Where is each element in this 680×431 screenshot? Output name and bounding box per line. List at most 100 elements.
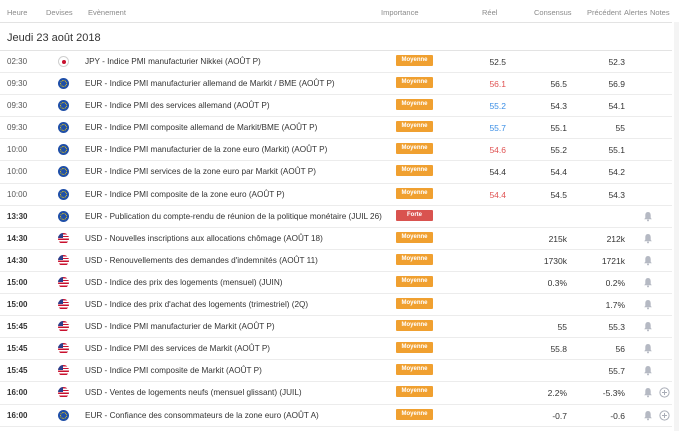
event-row[interactable]: 16:00 EUR - Confiance des consommateurs d… — [0, 405, 672, 427]
event-title[interactable]: EUR - Indice PMI services de la zone eur… — [85, 167, 316, 176]
bell-icon[interactable] — [643, 343, 653, 354]
consensus-value: 55 — [557, 322, 567, 333]
event-row[interactable]: 09:30 EUR - Indice PMI manufacturier alle… — [0, 73, 672, 96]
importance-badge: Moyenne — [396, 408, 433, 420]
event-time: 15:45 — [7, 366, 28, 376]
event-title[interactable]: USD - Indice PMI manufacturier de Markit… — [85, 322, 275, 331]
previous-value: -5.3% — [602, 388, 625, 399]
event-title[interactable]: JPY - Indice PMI manufacturier Nikkei (A… — [85, 57, 261, 66]
bell-icon[interactable] — [643, 365, 653, 376]
event-row[interactable]: 15:00 USD - Indice des prix d'achat des l… — [0, 294, 672, 317]
date-heading: Jeudi 23 août 2018 — [7, 32, 101, 44]
event-title[interactable]: USD - Indice PMI composite de Markit (AO… — [85, 366, 262, 375]
flag-us-icon — [58, 254, 69, 266]
importance-badge: Moyenne — [396, 55, 433, 66]
flag-us-icon — [58, 232, 69, 244]
event-row[interactable]: 15:45 USD - Indice PMI des services de Ma… — [0, 338, 672, 361]
flag-eu-icon — [58, 166, 69, 178]
event-row[interactable]: 09:30 EUR - Indice PMI des services allem… — [0, 95, 672, 118]
event-row[interactable]: 14:30 USD - Nouvelles inscriptions aux al… — [0, 228, 672, 250]
event-time: 10:00 — [7, 167, 28, 177]
event-title[interactable]: EUR - Indice PMI manufacturier de la zon… — [85, 145, 327, 154]
importance-badge: Moyenne — [396, 187, 433, 199]
event-title[interactable]: EUR - Indice PMI manufacturier allemand … — [85, 79, 335, 88]
event-title[interactable]: EUR - Indice PMI composite de la zone eu… — [85, 190, 285, 199]
previous-value: 1.7% — [605, 300, 625, 311]
event-title[interactable]: USD - Indice PMI des services de Markit … — [85, 344, 270, 353]
event-title[interactable]: EUR - Indice PMI des services allemand (… — [85, 101, 270, 110]
bell-icon[interactable] — [643, 410, 653, 421]
add-note-icon[interactable] — [659, 387, 670, 399]
event-title[interactable]: EUR - Confiance des consommateurs de la … — [85, 411, 319, 420]
bell-icon[interactable] — [643, 277, 653, 288]
flag-eu-icon — [58, 78, 69, 90]
col-reel: Réel — [482, 8, 498, 17]
event-title[interactable]: USD - Indice des prix des logements (men… — [85, 278, 282, 287]
importance-badge: Moyenne — [396, 77, 433, 89]
previous-value: -0.6 — [610, 410, 625, 421]
bell-icon[interactable] — [643, 321, 653, 332]
event-time: 13:30 — [7, 211, 28, 221]
event-row[interactable]: 15:45 USD - Indice PMI composite de Marki… — [0, 360, 672, 383]
event-title[interactable]: USD - Renouvellements des demandes d'ind… — [85, 256, 318, 265]
event-title[interactable]: EUR - Publication du compte-rendu de réu… — [85, 212, 382, 221]
consensus-value: 55.2 — [550, 145, 567, 156]
previous-value: 55.1 — [608, 145, 625, 156]
event-time: 15:00 — [7, 300, 28, 310]
bell-icon[interactable] — [643, 211, 653, 222]
bell-icon[interactable] — [643, 299, 653, 310]
event-title[interactable]: USD - Nouvelles inscriptions aux allocat… — [85, 234, 323, 243]
add-note-icon[interactable] — [659, 409, 670, 421]
actual-value: 52.5 — [489, 57, 506, 67]
event-row[interactable]: 16:00 USD - Ventes de logements neufs (me… — [0, 382, 672, 405]
event-time: 15:00 — [7, 277, 28, 287]
importance-badge: Moyenne — [396, 231, 433, 243]
bell-icon[interactable] — [643, 255, 653, 266]
previous-value: 0.2% — [605, 277, 625, 288]
importance-badge: Moyenne — [396, 99, 433, 111]
event-time: 09:30 — [7, 123, 28, 133]
event-row[interactable]: 10:00 EUR - Indice PMI composite de la zo… — [0, 184, 672, 206]
flag-us-icon — [58, 387, 69, 399]
event-time: 02:30 — [7, 57, 28, 66]
previous-value: 54.2 — [608, 167, 625, 178]
actual-value: 54.4 — [489, 189, 506, 200]
event-time: 15:45 — [7, 344, 28, 354]
event-row[interactable]: 09:30 EUR - Indice PMI composite allemand… — [0, 117, 672, 140]
event-row[interactable]: 02:30 JPY - Indice PMI manufacturier Nikk… — [0, 51, 672, 74]
event-time: 10:00 — [7, 189, 28, 199]
bell-icon[interactable] — [643, 233, 653, 244]
flag-eu-icon — [58, 188, 69, 200]
event-row[interactable]: 15:00 USD - Indice des prix des logements… — [0, 272, 672, 295]
flag-us-icon — [58, 343, 69, 355]
event-row[interactable]: 10:00 EUR - Indice PMI services de la zon… — [0, 161, 672, 184]
importance-badge: Moyenne — [396, 320, 433, 332]
flag-us-icon — [58, 365, 69, 377]
bell-icon[interactable] — [643, 387, 653, 398]
event-title[interactable]: USD - Ventes de logements neufs (mensuel… — [85, 388, 302, 397]
event-row[interactable]: 14:30 USD - Renouvellements des demandes … — [0, 250, 672, 272]
event-time: 14:30 — [7, 255, 28, 265]
consensus-value: 1730k — [543, 255, 567, 266]
consensus-value: 0.3% — [547, 277, 567, 288]
col-consensus: Consensus — [534, 8, 572, 17]
flag-us-icon — [58, 321, 69, 333]
consensus-value: 54.4 — [550, 167, 567, 178]
consensus-value: -0.7 — [552, 410, 567, 421]
importance-badge: Moyenne — [396, 253, 433, 265]
event-time: 10:00 — [7, 145, 28, 155]
event-row[interactable]: 10:00 EUR - Indice PMI manufacturier de l… — [0, 139, 672, 162]
importance-badge: Moyenne — [396, 143, 433, 155]
previous-value: 56 — [615, 344, 625, 355]
actual-value: 54.4 — [489, 167, 506, 178]
event-time: 09:30 — [7, 79, 28, 89]
col-devises: Devises — [46, 8, 73, 17]
scrollbar[interactable] — [674, 22, 679, 431]
consensus-value: 215k — [548, 233, 567, 244]
event-title[interactable]: EUR - Indice PMI composite allemand de M… — [85, 123, 317, 132]
previous-value: 55.7 — [608, 366, 625, 377]
event-title[interactable]: USD - Indice des prix d'achat des logeme… — [85, 300, 308, 309]
previous-value: 1721k — [601, 255, 625, 266]
event-row[interactable]: 13:30 EUR - Publication du compte-rendu d… — [0, 206, 672, 228]
event-row[interactable]: 15:45 USD - Indice PMI manufacturier de M… — [0, 316, 672, 339]
